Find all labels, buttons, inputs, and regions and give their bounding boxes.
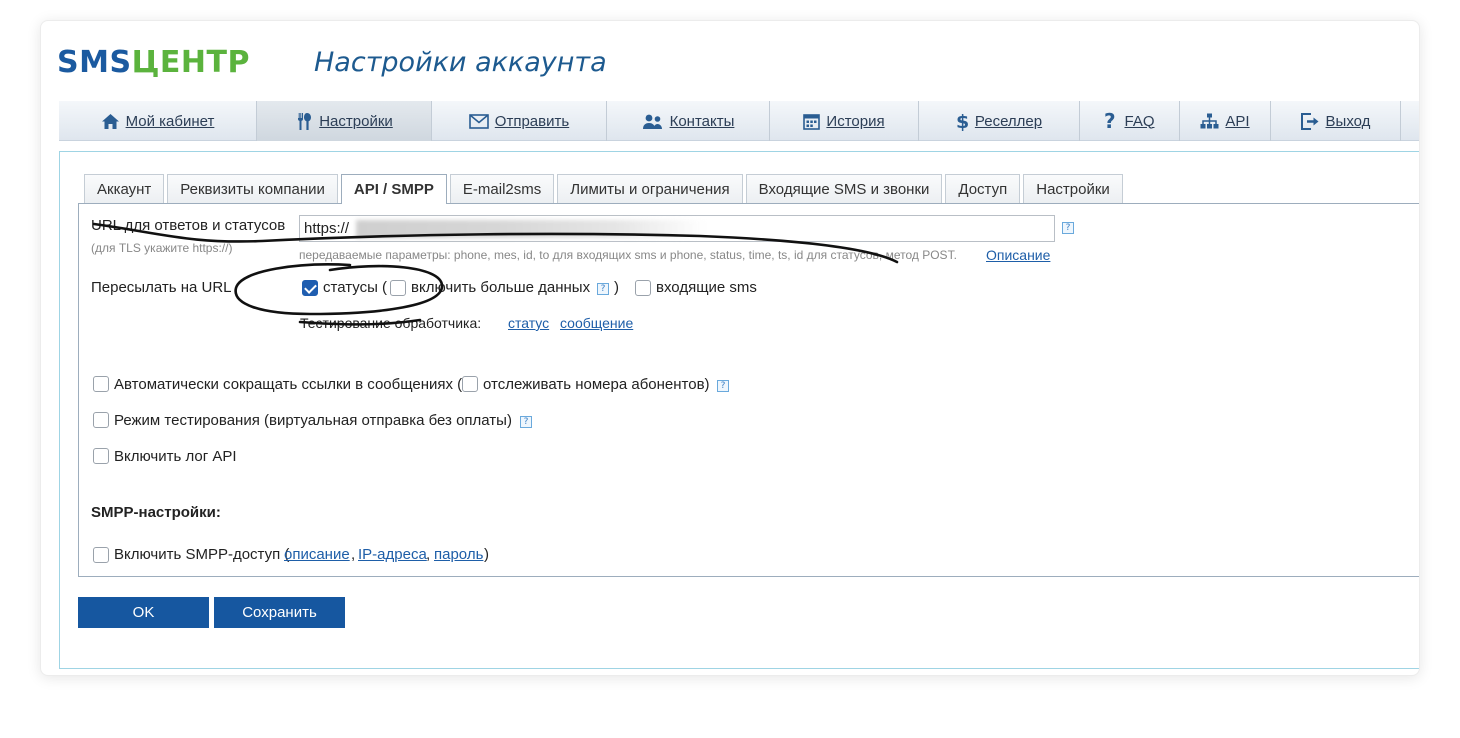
question-icon: ?	[1104, 111, 1116, 131]
nav-label: История	[826, 112, 885, 130]
envelope-icon	[468, 113, 489, 129]
smpp-enable-checkbox[interactable]	[93, 547, 109, 563]
settings-window: SMSЦЕНТР Настройки аккаунта Мой кабинет …	[40, 20, 1420, 676]
url-label: URL для ответов и статусов	[91, 217, 286, 234]
test-mode-help-icon[interactable]: ?	[520, 416, 532, 428]
incoming-sms-label: входящие sms	[656, 279, 757, 296]
track-subscribers-label: отслеживать номера абонентов)	[483, 376, 710, 393]
close-paren: )	[614, 279, 619, 296]
test-message-link[interactable]: сообщение	[560, 314, 633, 332]
svg-text:?: ?	[1104, 111, 1116, 131]
params-description: передаваемые параметры: phone, mes, id, …	[299, 248, 957, 262]
nav-item-faq[interactable]: ? FAQ	[1080, 101, 1180, 141]
nav-item-logout[interactable]: Выход	[1271, 101, 1401, 141]
tab-account[interactable]: Аккаунт	[84, 174, 165, 203]
logo-centr-text: ЦЕНТР	[131, 45, 250, 80]
settings-panel: Аккаунт Реквизиты компании API / SMPP E-…	[59, 151, 1419, 669]
test-handler-label: Тестирование обработчика:	[300, 315, 482, 331]
params-description-link[interactable]: Описание	[986, 246, 1050, 264]
smpp-heading: SMPP-настройки:	[91, 504, 221, 521]
redacted-url-blur	[356, 220, 706, 238]
smscentr-logo[interactable]: SMSЦЕНТР	[57, 45, 250, 81]
api-log-checkbox[interactable]	[93, 448, 109, 464]
tab-company-details[interactable]: Реквизиты компании	[167, 174, 338, 203]
nav-item-settings[interactable]: Настройки	[257, 101, 432, 141]
logout-icon	[1300, 112, 1319, 130]
shorten-links-checkbox[interactable]	[93, 376, 109, 392]
tab-limits[interactable]: Лимиты и ограничения	[557, 174, 743, 203]
nav-label: Отправить	[494, 112, 570, 130]
dollar-icon: $	[956, 111, 969, 131]
nav-item-reseller[interactable]: $ Реселлер	[919, 101, 1080, 141]
nav-item-history[interactable]: История	[770, 101, 919, 141]
tab-settings[interactable]: Настройки	[1023, 174, 1123, 203]
incoming-sms-checkbox[interactable]	[635, 280, 651, 296]
save-button[interactable]: Сохранить	[214, 597, 345, 628]
nav-item-send[interactable]: Отправить	[432, 101, 607, 141]
nav-label: Настройки	[319, 112, 393, 130]
settings-subtabs: Аккаунт Реквизиты компании API / SMPP E-…	[84, 174, 1123, 204]
tab-incoming-sms[interactable]: Входящие SMS и звонки	[745, 174, 943, 203]
nav-label: Контакты	[669, 112, 735, 130]
logo-sms-text: SMS	[57, 45, 132, 80]
api-smpp-form: URL для ответов и статусов (для TLS укаж…	[78, 203, 1419, 577]
test-mode-checkbox[interactable]	[93, 412, 109, 428]
smpp-description-link[interactable]: описание	[284, 546, 350, 564]
tools-icon	[298, 112, 312, 130]
calendar-icon	[803, 113, 821, 130]
tab-access[interactable]: Доступ	[945, 174, 1021, 203]
smpp-sep-1: ,	[351, 546, 356, 563]
shorten-help-icon[interactable]: ?	[717, 380, 729, 392]
smpp-sep-2: ,	[426, 546, 431, 563]
nav-label: API	[1225, 112, 1250, 130]
tab-api-smpp[interactable]: API / SMPP	[340, 174, 447, 204]
shorten-links-label: Автоматически сокращать ссылки в сообщен…	[114, 376, 463, 393]
svg-text:$: $	[956, 111, 969, 131]
url-hint: (для TLS укажите https://)	[91, 241, 233, 255]
more-data-help-icon[interactable]: ?	[597, 283, 609, 295]
smpp-password-link[interactable]: пароль	[434, 546, 483, 564]
statuses-checkbox[interactable]	[302, 280, 318, 296]
nav-item-my-cabinet[interactable]: Мой кабинет	[59, 101, 257, 141]
tab-email2sms[interactable]: E-mail2sms	[449, 174, 555, 203]
test-status-link[interactable]: статус	[508, 314, 549, 332]
ok-button[interactable]: OK	[78, 597, 209, 628]
sitemap-icon	[1200, 113, 1219, 128]
api-log-label: Включить лог API	[114, 448, 237, 465]
nav-item-api[interactable]: API	[1180, 101, 1271, 141]
nav-label: Выход	[1325, 112, 1371, 130]
home-icon	[101, 113, 119, 129]
more-data-label: включить больше данных	[411, 279, 591, 296]
nav-item-contacts[interactable]: Контакты	[607, 101, 770, 141]
more-data-checkbox[interactable]	[390, 280, 406, 296]
track-subscribers-checkbox[interactable]	[462, 376, 478, 392]
forward-label: Пересылать на URL	[91, 279, 232, 296]
smpp-ip-addresses-link[interactable]: IP-адреса	[358, 546, 427, 564]
smpp-enable-label: Включить SMPP-доступ (	[114, 546, 290, 563]
statuses-label: статусы (	[323, 279, 388, 296]
url-help-icon[interactable]: ?	[1062, 222, 1074, 234]
users-icon	[642, 114, 662, 129]
page-title: Настройки аккаунта	[314, 47, 607, 78]
test-mode-label: Режим тестирования (виртуальная отправка…	[114, 412, 512, 429]
nav-label: Мой кабинет	[125, 112, 215, 130]
nav-label: FAQ	[1124, 112, 1155, 130]
main-navigation: Мой кабинет Настройки Отправить Контакты…	[59, 101, 1419, 141]
smpp-close-paren: )	[484, 546, 489, 563]
nav-label: Реселлер	[974, 112, 1043, 130]
